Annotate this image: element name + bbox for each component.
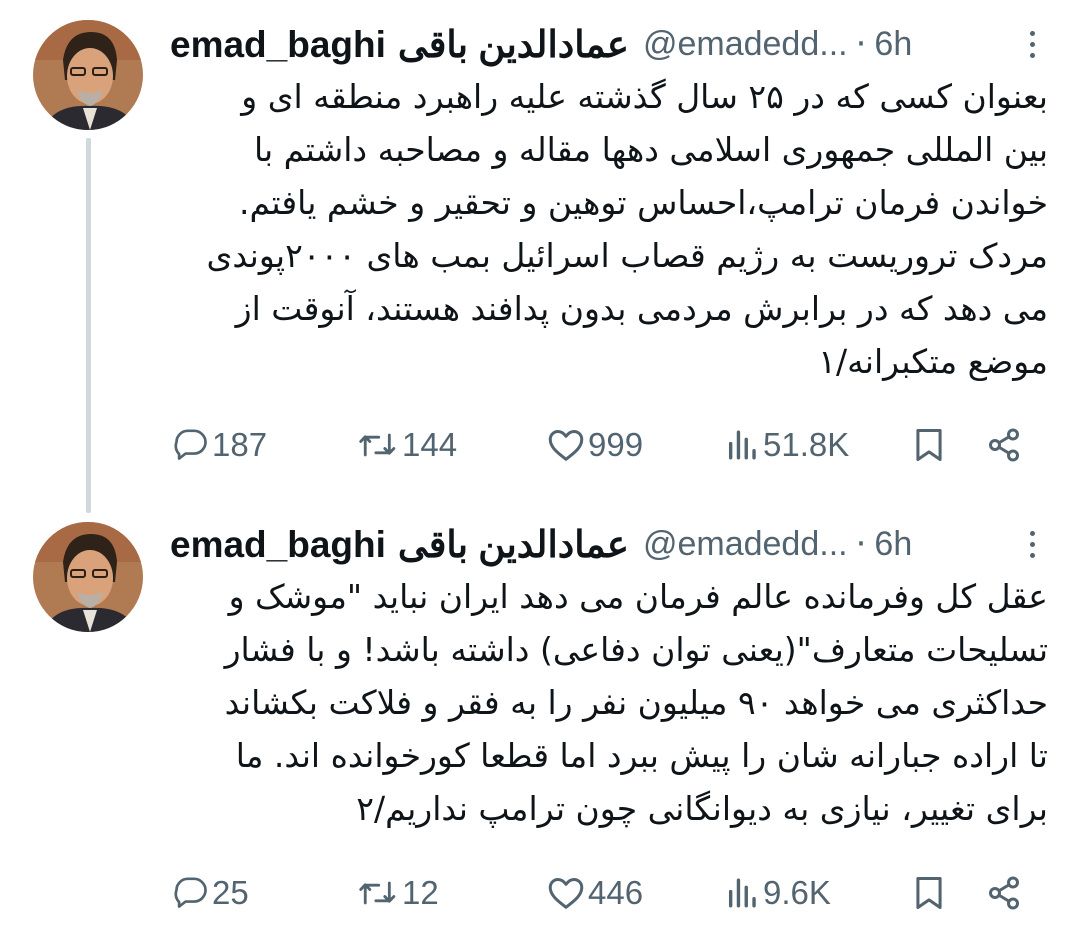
- retweet-button[interactable]: 144: [358, 426, 457, 464]
- tweet-text-line: تسلیحات متعارف"(یعنی توان دفاعی) داشته ب…: [224, 630, 1048, 669]
- timestamp[interactable]: 6h: [874, 25, 912, 64]
- more-options-icon[interactable]: [1014, 26, 1050, 62]
- bookmark-button[interactable]: [912, 427, 946, 463]
- views-button[interactable]: 51.8K: [725, 426, 849, 464]
- tweet[interactable]: emad_baghi عمادالدین باقی @emadedd... · 6…: [0, 0, 1080, 513]
- tweet-text-line: می دهد که در برابرش مردمی بدون پدافند هس…: [235, 289, 1048, 328]
- bookmark-icon: [916, 876, 942, 910]
- tweet-text-line: حداکثری می خواهد ۹۰ میلیون نفر را به فقر…: [224, 683, 1048, 722]
- views-count: 9.6K: [763, 874, 831, 911]
- like-button[interactable]: 446: [548, 874, 643, 912]
- avatar-image: [33, 522, 143, 632]
- views-count: 51.8K: [763, 426, 850, 463]
- separator-dot: ·: [855, 524, 867, 564]
- reply-count: 25: [212, 874, 249, 911]
- author-name-persian: عمادالدین باقی: [397, 23, 629, 65]
- tweet-text-line: برای تغییر، نیازی به دیوانگانی چون ترامپ…: [356, 789, 1048, 828]
- reply-count: 187: [212, 426, 268, 463]
- action-bar: 25 12 446 9.6K: [170, 868, 1050, 918]
- tweet-text-line: بین المللی جمهوری اسلامی دهها مقاله و مص…: [253, 130, 1048, 169]
- tweet-text-line: مردک تروریست به رژیم قصاب اسرائیل بمب ها…: [206, 236, 1048, 275]
- like-count: 999: [588, 426, 644, 463]
- views-button[interactable]: 9.6K: [725, 874, 831, 912]
- tweet-text-line: خواندن فرمان ترامپ،احساس توهین و تحقیر و…: [238, 183, 1048, 222]
- avatar[interactable]: [33, 20, 143, 130]
- reply-icon: [174, 877, 207, 908]
- tweet-text-line: عقل کل وفرمانده عالم فرمان می دهد ایران …: [228, 577, 1048, 616]
- heart-icon: [548, 878, 584, 909]
- reply-button[interactable]: 187: [174, 426, 267, 464]
- like-count: 446: [588, 874, 644, 911]
- tweet-header: emad_baghi عمادالدین باقی @emadedd... · 6…: [170, 20, 1050, 68]
- avatar-image: [33, 20, 143, 130]
- retweet-count: 144: [402, 426, 458, 463]
- author-name[interactable]: emad_baghi عمادالدین باقی: [170, 23, 629, 66]
- tweet-text-line: تا اراده جبارانه شان را پیش ببرد اما قطع…: [235, 736, 1048, 775]
- share-button[interactable]: [986, 875, 1022, 911]
- author-handle[interactable]: @emadedd...: [643, 525, 848, 564]
- timestamp[interactable]: 6h: [874, 525, 912, 564]
- views-icon: [728, 430, 756, 460]
- tweet[interactable]: emad_baghi عمادالدین باقی @emadedd... · 6…: [0, 500, 1080, 941]
- tweet-text: بعنوان کسی که در ۲۵ سال گذشته علیه راهبر…: [170, 70, 1048, 388]
- share-button[interactable]: [986, 427, 1022, 463]
- tweet-text: عقل کل وفرمانده عالم فرمان می دهد ایران …: [170, 570, 1048, 835]
- share-icon: [989, 876, 1019, 910]
- like-button[interactable]: 999: [548, 426, 643, 464]
- heart-icon: [548, 430, 584, 461]
- bookmark-icon: [916, 428, 942, 462]
- views-icon: [728, 878, 756, 908]
- action-bar: 187 144 999 51.8K: [170, 420, 1050, 470]
- retweet-icon: [359, 433, 396, 457]
- avatar[interactable]: [33, 522, 143, 632]
- author-name-persian: عمادالدین باقی: [397, 523, 629, 565]
- author-name[interactable]: emad_baghi عمادالدین باقی: [170, 523, 629, 566]
- bookmark-button[interactable]: [912, 875, 946, 911]
- tweet-text-line: بعنوان کسی که در ۲۵ سال گذشته علیه راهبر…: [241, 77, 1048, 116]
- tweet-header: emad_baghi عمادالدین باقی @emadedd... · 6…: [170, 520, 1050, 568]
- tweet-text-line: موضع متکبرانه/۱: [818, 342, 1048, 381]
- author-name-latin: emad_baghi: [170, 23, 386, 65]
- share-icon: [989, 428, 1019, 462]
- retweet-button[interactable]: 12: [358, 874, 439, 912]
- thread-connector: [86, 138, 91, 513]
- retweet-icon: [359, 881, 396, 905]
- reply-icon: [174, 429, 207, 460]
- retweet-count: 12: [402, 874, 439, 911]
- separator-dot: ·: [855, 24, 867, 64]
- author-name-latin: emad_baghi: [170, 523, 386, 565]
- reply-button[interactable]: 25: [174, 874, 249, 912]
- more-options-icon[interactable]: [1014, 526, 1050, 562]
- author-handle[interactable]: @emadedd...: [643, 25, 848, 64]
